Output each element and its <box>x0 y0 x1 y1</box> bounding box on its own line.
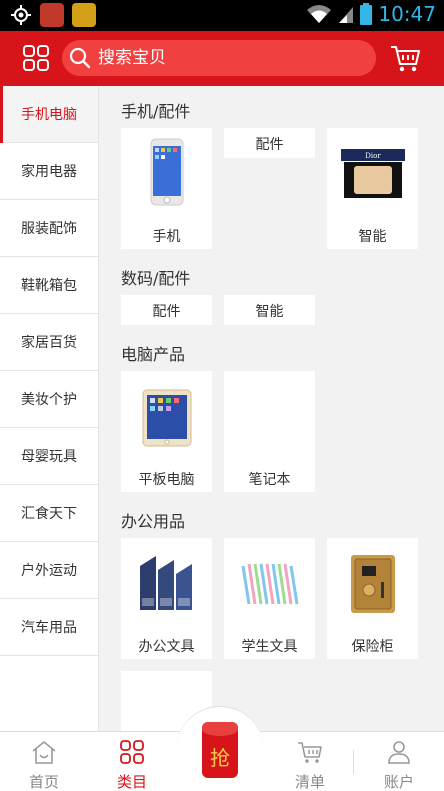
category-tile-accessories[interactable]: 配件 <box>121 295 212 325</box>
category-tile-student-stationery[interactable]: 学生文具 <box>224 538 315 659</box>
nav-home[interactable]: 首页 <box>0 731 88 791</box>
nav-label: 首页 <box>28 773 59 791</box>
nav-categories[interactable]: 类目 <box>88 731 176 791</box>
red-envelope-flap <box>202 722 238 736</box>
file-rack-product-image <box>139 556 192 610</box>
search-icon <box>69 47 91 69</box>
gps-icon <box>11 5 31 25</box>
tile-label: 平板电脑 <box>138 472 195 488</box>
signal-icon <box>339 7 354 23</box>
sidebar-item-auto[interactable]: 汽车用品 <box>0 599 98 656</box>
category-tile-office-supplies[interactable]: 办公文具 <box>121 538 212 659</box>
tile-label: 学生文具 <box>241 639 298 655</box>
section-title: 数码/配件 <box>121 269 191 288</box>
sidebar-item-home-appliances[interactable]: 家用电器 <box>0 143 98 200</box>
category-tile-smart[interactable]: Dior 智能 <box>327 128 418 249</box>
tablet-product-image <box>142 389 191 447</box>
sidebar-item-shoes-bags[interactable]: 鞋靴箱包 <box>0 257 98 314</box>
category-grid-icon[interactable] <box>22 44 50 72</box>
tile-label: 手机 <box>152 229 181 245</box>
cart-icon <box>298 742 322 763</box>
sidebar-item-phones-computers[interactable]: 手机电脑 <box>0 86 98 143</box>
category-tile-accessories[interactable]: 配件 <box>224 128 315 158</box>
status-bar: 10:47 <box>0 0 444 31</box>
category-content: 手机/配件 手机 配件 Dior 智能 数码/配件 配件 智能 电脑产品 平板电… <box>99 86 444 731</box>
app-notification-icon <box>72 3 96 27</box>
user-icon <box>388 741 410 764</box>
clock: 10:47 <box>378 2 436 26</box>
header <box>0 31 444 86</box>
phone-product-image <box>150 138 183 206</box>
tile-label: 配件 <box>255 137 284 153</box>
nav-label: 类目 <box>116 773 147 791</box>
tile-label: 智能 <box>255 304 284 320</box>
tile-label: 笔记本 <box>248 472 291 488</box>
category-sidebar: 手机电脑 家用电器 服装配饰 鞋靴箱包 家居百货 美妆个护 母婴玩具 汇食天下 … <box>0 86 99 731</box>
sidebar-item-beauty[interactable]: 美妆个护 <box>0 371 98 428</box>
smart-product-image: Dior <box>340 149 405 198</box>
sidebar-item-apparel[interactable]: 服装配饰 <box>0 200 98 257</box>
svg-text:Dior: Dior <box>365 152 381 160</box>
category-tile-laptop[interactable]: 笔记本 <box>224 371 315 492</box>
red-envelope-button[interactable]: 抢 <box>202 722 238 778</box>
tile-label: 智能 <box>358 229 387 245</box>
sidebar-item-outdoor[interactable]: 户外运动 <box>0 542 98 599</box>
nav-account[interactable]: 账户 <box>355 731 443 791</box>
category-tile-phone[interactable]: 手机 <box>121 128 212 249</box>
nav-label: 清单 <box>294 773 325 791</box>
category-tile-smart[interactable]: 智能 <box>224 295 315 325</box>
tile-label: 配件 <box>152 304 181 320</box>
wifi-icon <box>307 5 332 23</box>
nav-divider <box>353 750 354 774</box>
category-grid-icon <box>120 740 144 764</box>
sidebar-item-food[interactable]: 汇食天下 <box>0 485 98 542</box>
category-tile-safe[interactable]: 保险柜 <box>327 538 418 659</box>
cart-icon[interactable] <box>389 42 421 74</box>
search-bar[interactable] <box>62 40 376 76</box>
red-envelope-label: 抢 <box>210 746 230 770</box>
tile-label: 保险柜 <box>351 639 394 655</box>
battery-icon <box>360 3 373 25</box>
category-tile-tablet[interactable]: 平板电脑 <box>121 371 212 492</box>
section-title: 电脑产品 <box>121 345 186 364</box>
tile-label: 办公文具 <box>138 639 195 655</box>
section-title: 手机/配件 <box>121 102 191 121</box>
search-input[interactable] <box>98 48 358 68</box>
section-title: 办公用品 <box>121 512 186 531</box>
nav-list[interactable]: 清单 <box>266 731 354 791</box>
safe-product-image <box>350 555 395 613</box>
home-icon <box>32 740 56 764</box>
sidebar-item-household[interactable]: 家居百货 <box>0 314 98 371</box>
app-notification-icon <box>40 3 64 27</box>
pens-product-image <box>241 563 298 605</box>
sidebar-item-baby-toys[interactable]: 母婴玩具 <box>0 428 98 485</box>
nav-label: 账户 <box>383 773 414 791</box>
